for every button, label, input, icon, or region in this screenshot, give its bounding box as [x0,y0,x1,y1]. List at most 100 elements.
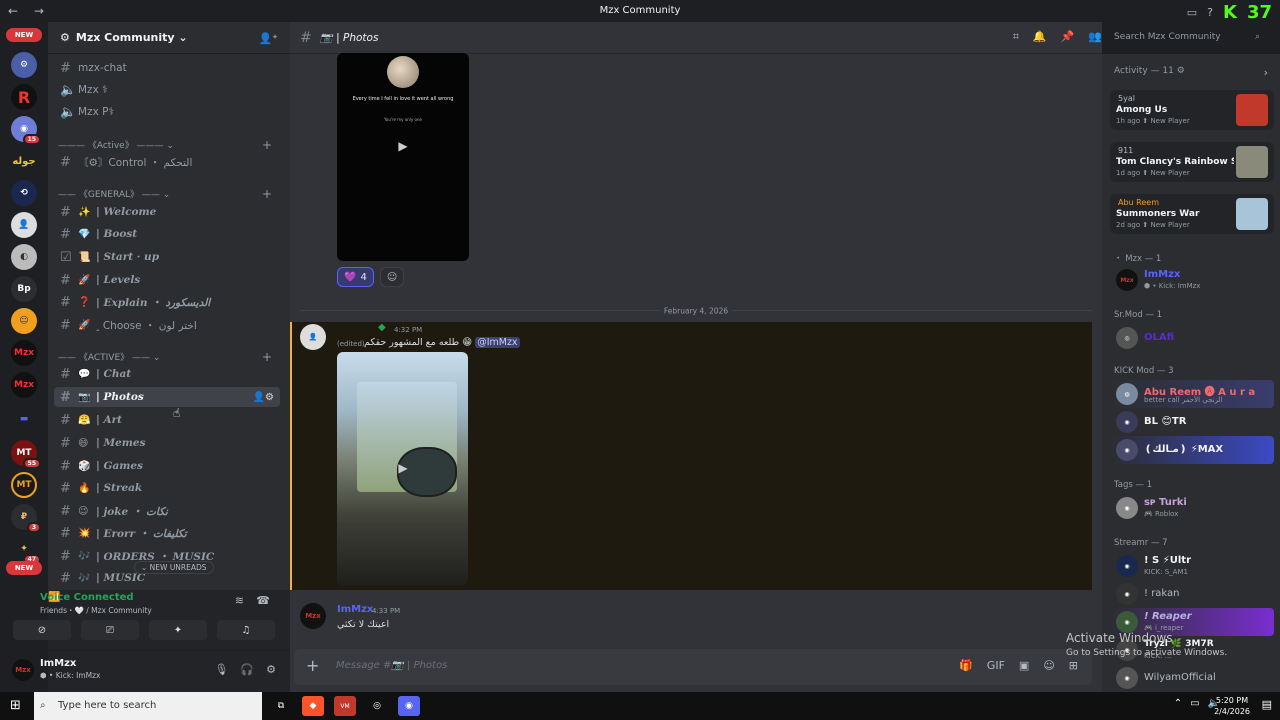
category-general[interactable]: —— 《GENERAL》 —— ⌄ + [58,187,278,201]
gift-icon[interactable]: 🎁 [959,659,973,672]
upload-icon[interactable]: + [306,656,319,675]
search-input[interactable]: Search Mzx Community ⌕ [1108,27,1266,47]
server-icon[interactable]: جوله [11,148,37,174]
reaction-button[interactable]: 💜 4 [337,267,374,287]
invite-icon[interactable]: 👤⁺ [258,32,278,45]
add-channel-icon[interactable]: + [262,350,272,364]
channel-games[interactable]: # 🎲 | Games [54,456,280,476]
activity-card[interactable]: 5yal Among Us 1h ago ⬆ New Player [1110,90,1274,130]
channel-boost[interactable]: # 💎 | Boost [54,224,280,244]
channel-streak[interactable]: # 🔥 | Streak [54,478,280,498]
pin-icon[interactable]: 📌 [1061,30,1075,44]
channel-erorr[interactable]: # 💥 | Erorr ・ تكليفات [54,523,280,543]
video-attachment[interactable]: ▶ [337,352,468,585]
channel-startup[interactable]: ☑ 📜 | Start · up [54,247,280,267]
obs-icon[interactable]: ◎ [366,696,388,716]
server-header[interactable]: ⚙ Mzx Community ⌄ 👤⁺ [48,22,290,54]
server-icon[interactable]: ☺ [11,308,37,334]
server-icon[interactable]: MT [11,472,37,498]
member-item[interactable]: ◉ BL 😊TR [1110,408,1274,436]
message-input[interactable]: Message #📷 | Photos [336,660,447,671]
clock[interactable]: 5:20 PM 2/4/2026 [1214,695,1250,717]
activity-card[interactable]: Abu Reem Summoners War 2d ago ⬆ New Play… [1110,194,1274,234]
channel-chat[interactable]: # 💬 | Chat [54,364,280,384]
server-icon[interactable]: ◉ 15 [11,116,41,145]
member-item[interactable]: ◉ ꜱᴘ Turki 🎮 Roblox [1110,494,1274,522]
activities-button[interactable]: ✦ [149,620,207,640]
chevron-up-icon[interactable]: ⌃ [1174,698,1182,709]
channel-art[interactable]: # 😤 | Art [54,410,280,430]
camera-toggle-button[interactable]: ⊘ [13,620,71,640]
voicemeeter-icon[interactable]: VM [334,696,356,716]
message-composer[interactable]: + Message #📷 | Photos 🎁 GIF ▣ ☺ ⊞ [294,649,1092,685]
server-icon[interactable]: MT 55 [11,440,41,469]
server-icon[interactable]: ◐ [11,244,37,270]
server-icon[interactable]: R [11,84,37,110]
category-active-2[interactable]: —— 《ACTIVE》 —— ⌄ + [58,350,278,364]
channel-joke[interactable]: # 😉 | joke ・ نكات [54,501,280,521]
server-icon[interactable]: 👤 [11,212,37,238]
soundboard-button[interactable]: ♫ [217,620,275,640]
video-attachment[interactable]: Every time I fell in love it went all wr… [337,53,469,261]
member-item[interactable]: ◉ ! rakan [1110,580,1274,608]
network-icon[interactable]: ▭ [1190,698,1199,709]
member-item[interactable]: ◍ Abu Reem 🅐 A u r a better call الزنجي ال… [1110,380,1274,408]
taskbar-search[interactable]: ⌕ Type here to search [34,692,262,720]
windows-start-icon[interactable]: ⊞ [10,698,26,714]
add-reaction-button[interactable]: ☺ [379,267,405,287]
server-icon-active[interactable]: Mzx [11,340,37,366]
server-icon[interactable]: ✦ 47 [11,536,41,565]
activity-header[interactable]: Activity — 11 ⚙ [1114,66,1185,76]
sticker-icon[interactable]: ▣ [1019,659,1029,672]
discord-icon[interactable]: ◉ [398,696,420,716]
member-item[interactable]: ◉ ! S ⚡Ultr KICK: S_AM1 [1110,552,1274,580]
task-view-icon[interactable]: ⧉ [270,696,292,716]
members-icon[interactable]: 👥 [1088,30,1102,44]
server-icon[interactable]: Mzx [11,372,37,398]
add-channel-icon[interactable]: + [262,138,272,152]
new-unreads-button[interactable]: ⌄ NEW UNREADS [134,561,214,574]
activity-card[interactable]: 911 Tom Clancy's Rainbow Six ... 1d ago … [1110,142,1274,182]
microphone-icon[interactable]: 🎙 [214,663,228,676]
apps-icon[interactable]: ⊞ [1069,659,1078,672]
play-icon[interactable]: ▶ [394,459,412,477]
headphones-icon[interactable]: 🎧 [240,663,254,676]
channel-explain[interactable]: # ❓ | Explain ・ الديسكورد [54,292,280,312]
channel-mzx-chat[interactable]: # mzx-chat [54,58,280,78]
avatar[interactable]: Mzx [12,659,34,681]
mention[interactable]: @ImMzx [475,337,520,348]
server-icon[interactable]: ⟲ [11,180,37,206]
gif-icon[interactable]: GIF [987,659,1005,672]
folder-icon[interactable]: ▬ [11,406,37,432]
disconnect-icon[interactable]: ☎ [256,594,270,607]
channel-control[interactable]: # 〘⚙〙Control ・ التحكم [54,152,280,172]
member-item[interactable]: ◎ OLAfi [1110,324,1274,352]
brave-icon[interactable]: ◆ [302,696,324,716]
threads-icon[interactable]: ⌗ [1013,30,1019,44]
notifications-icon[interactable]: ▤ [1262,698,1272,711]
channel-welcome[interactable]: # ✨ | Welcome [54,202,280,222]
member-item[interactable]: Mzx ImMzx ⬢ • Kick: ImMzx [1110,266,1274,294]
message-author[interactable]: ImMzx [337,604,373,615]
screen-share-button[interactable]: ⎚ [81,620,139,640]
add-channel-icon[interactable]: + [262,187,272,201]
voice-channel[interactable]: 🔈 Mzx ⚕ [54,80,280,100]
server-icon[interactable]: Bp [11,276,37,302]
emoji-icon[interactable]: ☺ [1043,659,1054,672]
settings-icon[interactable]: ⚙ [266,663,276,676]
channel-settings-icon[interactable]: 👤⚙ [253,392,274,403]
voice-channel[interactable]: 🔈 Mzx P⚕ [54,102,280,122]
inbox-icon[interactable]: ▭ [1187,6,1197,19]
server-icon[interactable]: ⚙ [11,52,37,78]
avatar[interactable]: Mzx [300,603,326,629]
server-icon[interactable]: ₽3 [11,504,41,533]
play-icon[interactable]: ▶ [394,137,412,155]
avatar[interactable]: 👤 [300,324,326,350]
bell-icon[interactable]: 🔔 [1033,30,1047,44]
chevron-right-icon[interactable]: › [1264,66,1268,79]
category-active[interactable]: ——— 《Active》 ——— ⌄ + [58,138,278,152]
noise-suppression-icon[interactable]: ≋ [235,594,244,607]
member-item[interactable]: ◉ ❪مـالك❫ ⚡MAX [1110,436,1274,464]
member-item[interactable]: ◉ WilyamOfficial [1110,664,1274,692]
help-icon[interactable]: ? [1207,6,1213,19]
